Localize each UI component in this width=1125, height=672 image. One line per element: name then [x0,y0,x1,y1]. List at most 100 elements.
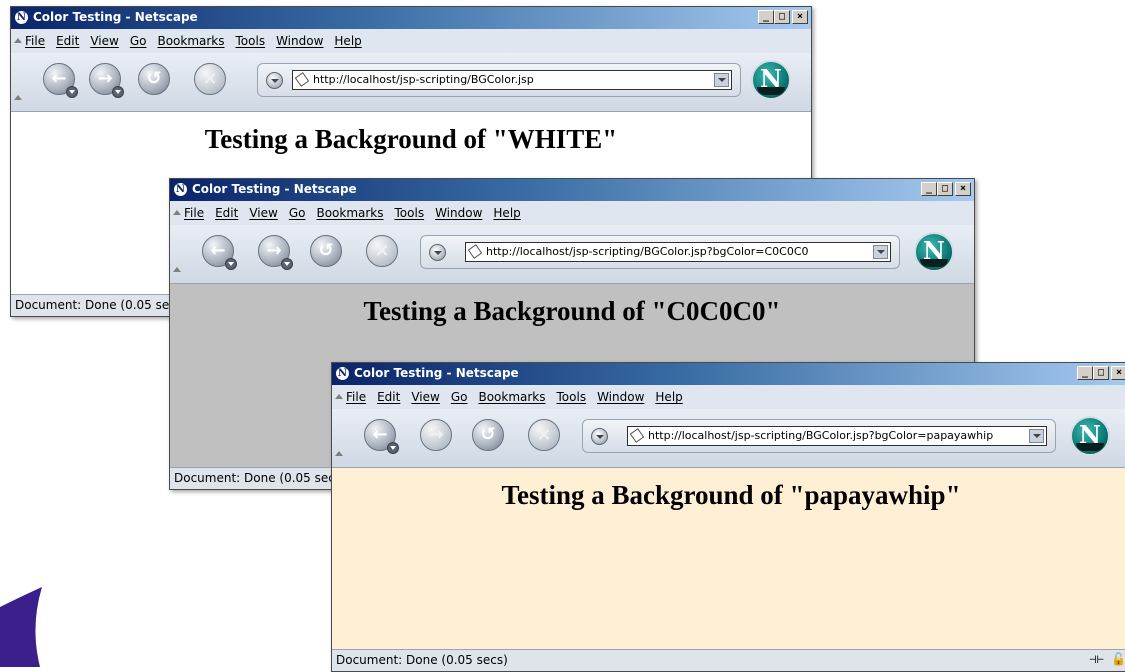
stop-icon: × [202,68,218,89]
reload-button[interactable]: ↺ [472,419,504,451]
menu-go[interactable]: Go [289,206,306,220]
close-button[interactable]: × [955,182,971,196]
menu-bookmarks[interactable]: Bookmarks [316,206,383,220]
back-button[interactable]: ← [364,419,399,454]
back-history-dropdown-icon[interactable] [225,258,237,270]
page-heading: Testing a Background of "C0C0C0" [363,296,781,326]
status-text: Document: Done (0.05 secs) [15,298,187,312]
toolbar-grip-icon[interactable] [335,451,343,456]
forward-arrow-icon: → [428,424,444,445]
minimize-button[interactable]: _ [758,10,774,24]
url-dropdown-icon[interactable] [873,245,888,259]
back-button[interactable]: ← [43,63,78,98]
minimize-button[interactable]: _ [1077,366,1093,380]
netscape-n-icon: N [173,182,188,197]
stop-button[interactable]: × [366,235,398,267]
browser-window-papayawhip[interactable]: N Color Testing - Netscape _ □ × File Ed… [331,362,1125,672]
menu-view[interactable]: View [249,206,277,220]
netscape-n-icon: N [335,366,350,381]
back-arrow-icon: ← [51,68,67,89]
close-button[interactable]: × [1111,366,1125,380]
forward-button[interactable]: → [89,63,124,98]
forward-button[interactable]: → [258,235,293,270]
title-bar[interactable]: N Color Testing - Netscape _ □ × [170,179,974,201]
forward-arrow-icon: → [97,68,113,89]
menu-tools[interactable]: Tools [395,206,425,220]
forward-button[interactable]: → [420,419,452,451]
back-history-dropdown-icon[interactable] [66,86,78,98]
search-icon[interactable] [266,72,283,89]
minimize-button[interactable]: _ [921,182,937,196]
menu-bookmarks[interactable]: Bookmarks [157,34,224,48]
menu-bar: File Edit View Go Bookmarks Tools Window… [11,29,811,53]
maximize-button[interactable]: □ [937,182,953,196]
forward-history-dropdown-icon[interactable] [112,86,124,98]
title-bar[interactable]: N Color Testing - Netscape _ □ × [11,7,811,29]
menu-view[interactable]: View [411,390,439,404]
menu-go[interactable]: Go [130,34,147,48]
toolbar-grip-icon[interactable] [335,394,343,399]
page-proxy-icon[interactable] [467,244,483,259]
toolbar-grip-icon[interactable] [14,38,22,43]
forward-arrow-icon: → [266,240,282,261]
url-dropdown-icon[interactable] [714,73,729,87]
title-bar[interactable]: N Color Testing - Netscape _ □ × [332,363,1125,385]
reload-button[interactable]: ↺ [138,63,170,95]
toolbar-grip-icon[interactable] [173,210,181,215]
url-dropdown-icon[interactable] [1029,429,1044,443]
page-heading: Testing a Background of "papayawhip" [501,480,961,510]
menu-go[interactable]: Go [451,390,468,404]
menu-edit[interactable]: Edit [56,34,79,48]
page-proxy-icon[interactable] [629,428,645,443]
connection-lock-icon[interactable]: ⊣⊢ 🔓 [1089,652,1125,666]
page-proxy-icon[interactable] [294,72,310,87]
menu-help[interactable]: Help [493,206,520,220]
menu-view[interactable]: View [90,34,118,48]
status-text: Document: Done (0.05 secs) [336,653,508,667]
menu-edit[interactable]: Edit [215,206,238,220]
menu-file[interactable]: File [184,206,204,220]
search-icon[interactable] [591,428,608,445]
location-toolbar: http://localhost/jsp-scripting/BGColor.j… [257,63,741,97]
netscape-n-icon: N [14,10,29,25]
url-text: http://localhost/jsp-scripting/BGColor.j… [648,429,994,442]
back-button[interactable]: ← [202,235,237,270]
menu-tools[interactable]: Tools [557,390,587,404]
forward-history-dropdown-icon[interactable] [281,258,293,270]
netscape-throbber-icon[interactable]: N [1070,416,1110,456]
url-input[interactable]: http://localhost/jsp-scripting/BGColor.j… [292,70,732,90]
page-content: Testing a Background of "papayawhip" [332,468,1125,650]
menu-window[interactable]: Window [276,34,323,48]
toolbar-grip-icon[interactable] [173,267,181,272]
close-button[interactable]: × [792,10,808,24]
menu-bookmarks[interactable]: Bookmarks [478,390,545,404]
menu-window[interactable]: Window [597,390,644,404]
back-arrow-icon: ← [372,424,388,445]
search-icon[interactable] [429,244,446,261]
url-text: http://localhost/jsp-scripting/BGColor.j… [486,245,809,258]
menu-file[interactable]: File [346,390,366,404]
menu-window[interactable]: Window [435,206,482,220]
menu-edit[interactable]: Edit [377,390,400,404]
url-input[interactable]: http://localhost/jsp-scripting/BGColor.j… [627,426,1047,446]
page-heading: Testing a Background of "WHITE" [204,124,618,154]
navigation-toolbar: ← → ↺ × http://localhost/jsp-scripting/B… [11,53,811,112]
menu-help[interactable]: Help [655,390,682,404]
stop-button[interactable]: × [194,63,226,95]
navigation-toolbar: ← → ↺ × http://localhost/jsp-scripting/B… [332,409,1125,468]
back-history-dropdown-icon[interactable] [387,442,399,454]
menu-tools[interactable]: Tools [236,34,266,48]
reload-button[interactable]: ↺ [310,235,342,267]
menu-help[interactable]: Help [334,34,361,48]
navigation-toolbar: ← → ↺ × http://localhost/jsp-scripting/B… [170,225,974,284]
toolbar-grip-icon[interactable] [14,95,22,100]
back-arrow-icon: ← [210,240,226,261]
status-bar: Document: Done (0.05 secs) ⊣⊢ 🔓 [332,649,1125,671]
maximize-button[interactable]: □ [774,10,790,24]
stop-button[interactable]: × [528,419,560,451]
maximize-button[interactable]: □ [1093,366,1109,380]
menu-file[interactable]: File [25,34,45,48]
netscape-throbber-icon[interactable]: N [751,60,791,100]
url-input[interactable]: http://localhost/jsp-scripting/BGColor.j… [465,242,891,262]
netscape-throbber-icon[interactable]: N [914,232,954,272]
